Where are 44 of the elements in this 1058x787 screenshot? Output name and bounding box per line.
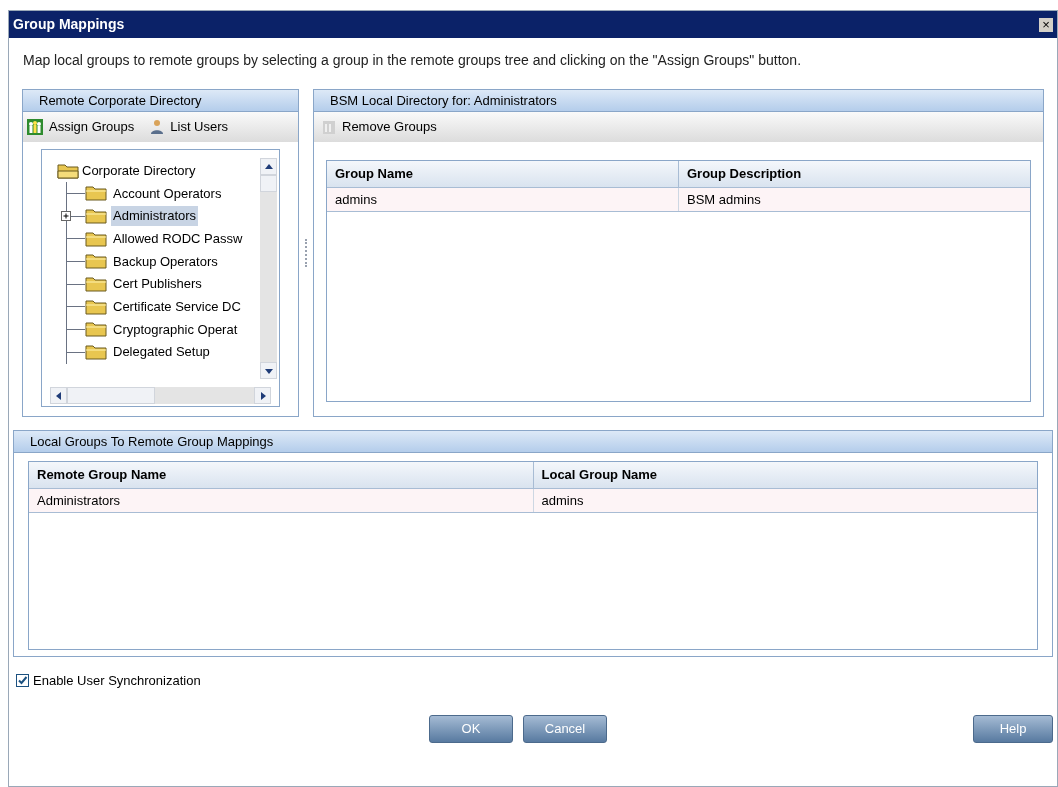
tree-item[interactable]: Corporate Directory <box>57 160 260 182</box>
tree-item[interactable]: Cert Publishers <box>111 274 204 294</box>
table-cell: admins <box>532 488 1037 512</box>
table-cell-text: Administrators <box>36 491 122 510</box>
close-button[interactable]: × <box>1039 17 1053 32</box>
column-header[interactable]: Group Name <box>327 161 678 187</box>
tree-item[interactable]: Delegated Setup <box>111 342 212 362</box>
scroll-thumb[interactable] <box>260 175 277 192</box>
folder-icon <box>85 298 107 315</box>
column-header[interactable]: Group Description <box>678 161 1030 187</box>
instruction-text: Map local groups to remote groups by selecting a group in the remote groups tree and clicking on the "Assign Groups" button. <box>23 51 803 70</box>
tree-item[interactable]: Backup Operators <box>111 251 220 272</box>
folder-icon <box>57 163 79 179</box>
window-title: Group Mappings <box>13 15 125 34</box>
tree-item[interactable]: Allowed RODC Passw <box>111 228 245 249</box>
checkbox[interactable] <box>16 674 29 688</box>
column-header[interactable]: Local Group Name <box>532 462 1037 488</box>
splitter-handle[interactable] <box>305 239 307 267</box>
folder-icon <box>85 185 107 202</box>
panel-header: BSM Local Directory for: Administrators <box>314 90 1043 112</box>
tree-item[interactable]: Administrators <box>111 206 199 226</box>
user-icon <box>150 119 165 135</box>
scroll-thumb[interactable] <box>67 387 155 404</box>
panel-header: Local Groups To Remote Group Mappings <box>14 431 1052 453</box>
folder-icon <box>85 321 107 338</box>
table-cell-text: admins <box>334 190 378 209</box>
toolbar-button[interactable]: Remove Groups <box>322 117 437 137</box>
folder-icon <box>85 208 107 225</box>
folder-icon <box>85 344 107 361</box>
table-cell: BSM admins <box>678 187 1030 211</box>
panel-header: Remote Corporate Directory <box>23 90 298 112</box>
expand-icon[interactable] <box>61 210 71 221</box>
vertical-scrollbar[interactable] <box>260 158 277 379</box>
folder-icon <box>85 230 107 247</box>
toolbar-button[interactable]: List Users <box>150 117 229 137</box>
folder-icon <box>85 276 107 293</box>
horizontal-scrollbar[interactable] <box>50 387 271 404</box>
tree-item[interactable]: Certificate Service DC <box>111 297 243 317</box>
checkbox-label: Enable User Synchronization <box>33 672 201 690</box>
toolbar-button[interactable]: Assign Groups <box>27 117 135 137</box>
column-header[interactable]: Remote Group Name <box>29 462 533 488</box>
tree-item[interactable]: Cryptographic Operat <box>111 319 240 340</box>
tree-item[interactable]: Account Operators <box>111 183 224 204</box>
folder-icon <box>85 253 107 270</box>
